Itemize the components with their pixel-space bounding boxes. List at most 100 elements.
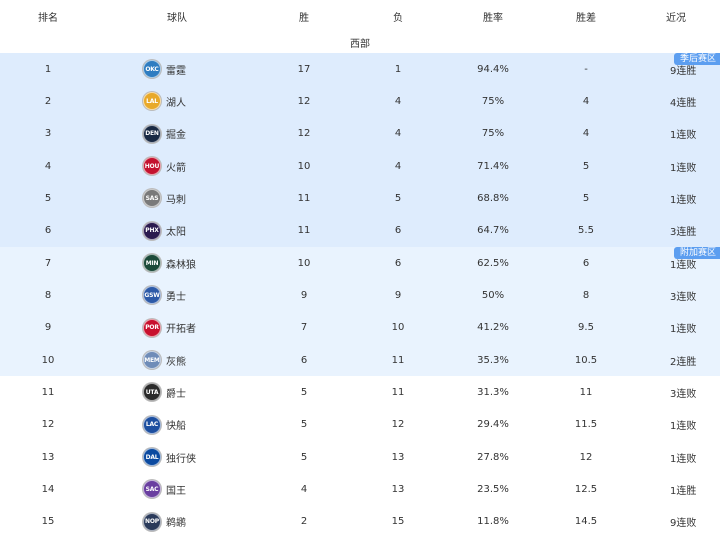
games-behind-cell: 11.5 [574,419,598,431]
team-cell[interactable]: NOP 鹈鹕 [96,506,258,538]
games-behind-cell: 5 [582,192,590,204]
win-cell: 2 [300,516,308,528]
table-row[interactable]: 2 LAL 湖人 12 4 75% 4 4连胜 [0,85,720,118]
table-row[interactable]: 8 GSW 勇士 9 9 50% 8 3连败 [0,279,720,312]
streak-cell: 4连胜 [670,97,697,109]
streak-cell: 3连败 [670,388,697,400]
team-name[interactable]: 太阳 [166,223,186,238]
header-team: 球队 [167,12,187,24]
team-logo-icon: OKC [143,60,161,79]
games-behind-cell: - [584,63,588,75]
team-cell[interactable]: UTA 爵士 [96,376,258,408]
rank-cell: 6 [44,225,52,237]
loss-cell: 11 [391,354,405,366]
win-pct-cell: 35.3% [477,354,509,366]
games-behind-cell: 5 [582,160,590,172]
games-behind-cell: 14.5 [574,516,598,528]
table-row[interactable]: 13 DAL 独行侠 5 13 27.8% 12 1连败 [0,440,720,474]
table-row[interactable]: 4 HOU 火箭 10 4 71.4% 5 1连败 [0,149,720,183]
team-logo-icon: LAC [143,415,161,434]
team-cell[interactable]: MIN 森林狼 [96,247,258,279]
team-cell[interactable]: DEN 掘金 [96,118,258,150]
header-games-behind: 胜差 [576,12,596,24]
team-cell[interactable]: POR 开拓者 [96,312,258,344]
streak-cell: 1连败 [670,194,697,206]
team-name[interactable]: 快船 [166,417,186,432]
games-behind-cell: 5.5 [578,225,594,237]
table-row[interactable]: 1 OKC 雷霆 17 1 94.4% -9连胜 季后赛区 [0,53,720,86]
games-behind-cell: 4 [582,95,590,107]
loss-cell: 13 [391,483,405,495]
team-logo-icon: LAL [143,92,161,111]
team-cell[interactable]: SAC 国王 [96,473,258,505]
team-cell[interactable]: LAC 快船 [96,409,258,441]
table-row[interactable]: 10 MEM 灰熊 6 11 35.3% 10.5 2连胜 [0,343,720,377]
table-row[interactable]: 3 DEN 掘金 12 4 75% 4 1连败 [0,117,720,150]
rank-cell: 1 [44,63,52,75]
table-row[interactable]: 5 SAS 马刺 11 5 68.8% 5 1连败 [0,182,720,215]
team-cell[interactable]: OKC 雷霆 [96,53,258,85]
table-row[interactable]: 11 UTA 爵士 5 11 31.3% 11 3连败 [0,376,720,409]
team-name[interactable]: 爵士 [166,385,186,400]
loss-cell: 4 [394,160,402,172]
rank-cell: 8 [44,289,52,301]
team-cell[interactable]: LAL 湖人 [96,85,258,117]
table-row[interactable]: 7 MIN 森林狼 10 6 62.5% 6 1连败 附加赛区 [0,246,720,280]
team-name[interactable]: 独行侠 [166,450,196,465]
win-pct-cell: 75% [481,95,505,107]
table-row[interactable]: 6 PHX 太阳 11 6 64.7% 5.5 3连胜 [0,214,720,247]
team-name[interactable]: 掘金 [166,126,186,141]
table-row[interactable]: 12 LAC 快船 5 12 29.4% 11.5 1连败 [0,408,720,441]
win-cell: 17 [297,63,311,75]
team-logo-icon: SAC [143,480,161,499]
team-logo-icon: MIN [143,254,161,273]
loss-cell: 6 [394,225,402,237]
win-cell: 10 [297,257,311,269]
rank-cell: 4 [44,160,52,172]
streak-cell: 1连败 [670,162,697,174]
team-name[interactable]: 马刺 [166,191,186,206]
team-logo-icon: PHX [143,221,161,240]
standings-rows: 1 OKC 雷霆 17 1 94.4% -9连胜 季后赛区 2 LAL 湖人 12 4 75% 4 4连胜 3 D… [0,53,720,538]
rank-cell: 11 [41,386,55,398]
table-header: 排名 球队 胜 负 胜率 胜差 近况 [0,0,720,32]
rank-cell: 7 [44,257,52,269]
rank-cell: 14 [41,483,55,495]
table-row[interactable]: 9 POR 开拓者 7 10 41.2% 9.5 1连败 [0,311,720,344]
team-name[interactable]: 火箭 [166,159,186,174]
table-row[interactable]: 14 SAC 国王 4 13 23.5% 12.5 1连胜 [0,473,720,506]
team-cell[interactable]: MEM 灰熊 [96,344,258,376]
win-pct-cell: 11.8% [477,516,509,528]
team-name[interactable]: 国王 [166,482,186,497]
games-behind-cell: 9.5 [578,322,594,334]
win-pct-cell: 41.2% [477,322,509,334]
team-name[interactable]: 鹈鹕 [166,514,186,529]
loss-cell: 12 [391,419,405,431]
win-cell: 10 [297,160,311,172]
team-name[interactable]: 湖人 [166,94,186,109]
table-row[interactable]: 15 NOP 鹈鹕 2 15 11.8% 14.5 9连败 [0,505,720,538]
streak-cell: 9连败 [670,518,697,530]
team-cell[interactable]: PHX 太阳 [96,215,258,247]
team-logo-icon: HOU [143,157,161,176]
team-name[interactable]: 森林狼 [166,256,196,271]
team-name[interactable]: 雷霆 [166,62,186,77]
team-cell[interactable]: HOU 火箭 [96,150,258,182]
win-pct-cell: 23.5% [477,483,509,495]
streak-cell: 1连败 [670,453,697,465]
rank-cell: 12 [41,419,55,431]
team-name[interactable]: 勇士 [166,288,186,303]
games-behind-cell: 8 [582,289,590,301]
team-cell[interactable]: DAL 独行侠 [96,441,258,473]
win-pct-cell: 94.4% [477,63,509,75]
rank-cell: 9 [44,322,52,334]
team-logo-icon: UTA [143,383,161,402]
team-cell[interactable]: GSW 勇士 [96,279,258,311]
playoff-zone-tag: 季后赛区 [673,53,720,65]
team-name[interactable]: 开拓者 [166,320,196,335]
team-cell[interactable]: SAS 马刺 [96,182,258,214]
win-cell: 5 [300,386,308,398]
rank-cell: 2 [44,95,52,107]
team-name[interactable]: 灰熊 [166,353,186,368]
loss-cell: 13 [391,451,405,463]
